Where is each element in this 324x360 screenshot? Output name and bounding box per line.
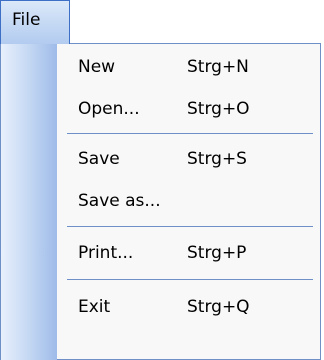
menu-item-label: Exit bbox=[78, 297, 111, 317]
menu-item-label: Save bbox=[78, 149, 120, 169]
menu-item-save[interactable]: Save Strg+S bbox=[57, 140, 321, 178]
menu-item-shortcut: Strg+O bbox=[187, 99, 250, 119]
file-menu-button[interactable]: File bbox=[0, 0, 70, 44]
menu-item-shortcut: Strg+S bbox=[187, 149, 247, 169]
file-menu-label: File bbox=[12, 10, 41, 30]
menu-item-open[interactable]: Open... Strg+O bbox=[57, 90, 321, 128]
menu-bar: File bbox=[0, 0, 324, 44]
menu-separator bbox=[67, 279, 313, 280]
menu-item-label: New bbox=[78, 57, 116, 77]
menu-item-shortcut: Strg+P bbox=[187, 243, 247, 263]
menu-item-new[interactable]: New Strg+N bbox=[57, 48, 321, 86]
file-dropdown-menu: New Strg+N Open... Strg+O Save Strg+S Sa… bbox=[0, 44, 321, 360]
menu-item-save-as[interactable]: Save as... bbox=[57, 182, 321, 220]
menu-icon-gutter bbox=[1, 44, 57, 360]
menu-item-shortcut: Strg+N bbox=[187, 57, 249, 77]
menu-separator bbox=[67, 226, 313, 227]
menu-item-exit[interactable]: Exit Strg+Q bbox=[57, 288, 321, 326]
menu-item-print[interactable]: Print... Strg+P bbox=[57, 234, 321, 272]
menu-item-label: Open... bbox=[78, 99, 140, 119]
menu-item-shortcut: Strg+Q bbox=[187, 297, 250, 317]
menu-separator bbox=[67, 133, 313, 134]
menu-item-label: Print... bbox=[78, 243, 134, 263]
menu-item-label: Save as... bbox=[78, 191, 161, 211]
